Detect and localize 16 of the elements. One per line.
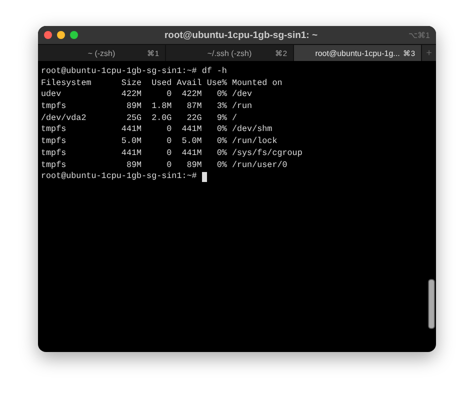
zoom-button[interactable] — [70, 31, 78, 39]
terminal-line: root@ubuntu-1cpu-1gb-sg-sin1:~# df -h — [41, 66, 228, 78]
terminal-line: tmpfs 441M 0 441M 0% /dev/shm — [41, 124, 274, 136]
terminal-prompt: root@ubuntu-1cpu-1gb-sg-sin1:~# — [41, 171, 197, 183]
terminal-line: tmpfs 5.0M 0 5.0M 0% /run/lock — [41, 136, 278, 148]
terminal-line: Filesystem Size Used Avail Use% Mounted on — [41, 78, 284, 90]
terminal-line: tmpfs 441M 0 441M 0% /sys/fs/cgroup — [41, 148, 304, 160]
text-cursor — [202, 172, 207, 182]
minimize-button[interactable] — [57, 31, 65, 39]
terminal-line: /dev/vda2 25G 2.0G 22G 9% / — [41, 112, 238, 124]
terminal-line: tmpfs 89M 1.8M 87M 3% /run — [41, 101, 254, 113]
window-title: root@ubuntu-1cpu-1gb-sg-sin1: ~ — [163, 30, 319, 40]
close-button[interactable] — [44, 31, 52, 39]
terminal-line: udev 422M 0 422M 0% /dev — [41, 89, 254, 102]
terminal-line: tmpfs 89M 0 89M 0% /run/user/0 — [41, 160, 288, 172]
window-shortcut: ⌥⌘1 — [408, 30, 430, 40]
